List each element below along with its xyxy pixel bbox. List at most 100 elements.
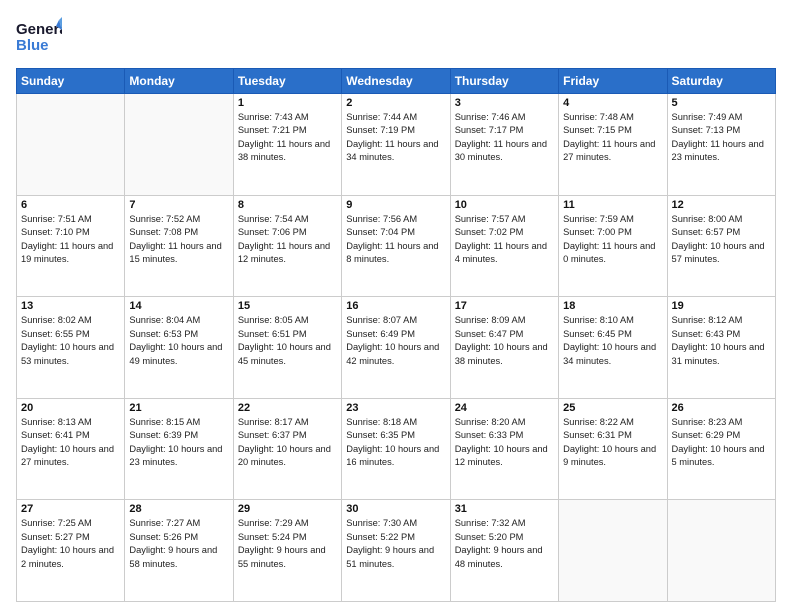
day-number: 15	[238, 300, 337, 312]
day-number: 17	[455, 300, 554, 312]
day-number: 12	[672, 199, 771, 211]
calendar-day-cell: 11 Sunrise: 7:59 AMSunset: 7:00 PMDayligh…	[559, 195, 667, 297]
calendar-day-cell: 27 Sunrise: 7:25 AMSunset: 5:27 PMDayligh…	[17, 500, 125, 602]
calendar-header-row: SundayMondayTuesdayWednesdayThursdayFrid…	[17, 69, 776, 94]
day-number: 10	[455, 199, 554, 211]
day-info: Sunrise: 7:29 AMSunset: 5:24 PMDaylight:…	[238, 517, 337, 571]
day-info: Sunrise: 7:32 AMSunset: 5:20 PMDaylight:…	[455, 517, 554, 571]
calendar-day-cell: 30 Sunrise: 7:30 AMSunset: 5:22 PMDayligh…	[342, 500, 450, 602]
day-info: Sunrise: 7:51 AMSunset: 7:10 PMDaylight:…	[21, 213, 120, 267]
day-number: 22	[238, 402, 337, 414]
day-number: 26	[672, 402, 771, 414]
day-number: 25	[563, 402, 662, 414]
calendar-day-cell: 7 Sunrise: 7:52 AMSunset: 7:08 PMDaylight…	[125, 195, 233, 297]
calendar-day-cell: 1 Sunrise: 7:43 AMSunset: 7:21 PMDaylight…	[233, 94, 341, 196]
calendar-day-cell: 15 Sunrise: 8:05 AMSunset: 6:51 PMDayligh…	[233, 297, 341, 399]
calendar-week-3: 13 Sunrise: 8:02 AMSunset: 6:55 PMDayligh…	[17, 297, 776, 399]
day-number: 11	[563, 199, 662, 211]
day-info: Sunrise: 7:59 AMSunset: 7:00 PMDaylight:…	[563, 213, 662, 267]
weekday-header-sunday: Sunday	[17, 69, 125, 94]
day-info: Sunrise: 8:17 AMSunset: 6:37 PMDaylight:…	[238, 416, 337, 470]
day-number: 23	[346, 402, 445, 414]
calendar-day-cell: 26 Sunrise: 8:23 AMSunset: 6:29 PMDayligh…	[667, 398, 775, 500]
calendar-day-cell: 9Sunrise: 7:56 AMSunset: 7:04 PMDaylight…	[342, 195, 450, 297]
weekday-header-wednesday: Wednesday	[342, 69, 450, 94]
day-info: Sunrise: 8:18 AMSunset: 6:35 PMDaylight:…	[346, 416, 445, 470]
day-info: Sunrise: 7:30 AMSunset: 5:22 PMDaylight:…	[346, 517, 445, 571]
day-number: 6	[21, 199, 120, 211]
day-number: 1	[238, 97, 337, 109]
day-number: 18	[563, 300, 662, 312]
calendar-day-cell: 3 Sunrise: 7:46 AMSunset: 7:17 PMDaylight…	[450, 94, 558, 196]
day-number: 4	[563, 97, 662, 109]
day-number: 21	[129, 402, 228, 414]
day-info: Sunrise: 7:56 AMSunset: 7:04 PMDaylight:…	[346, 213, 445, 267]
day-number: 24	[455, 402, 554, 414]
day-number: 3	[455, 97, 554, 109]
day-number: 5	[672, 97, 771, 109]
weekday-header-tuesday: Tuesday	[233, 69, 341, 94]
calendar-day-cell: 6 Sunrise: 7:51 AMSunset: 7:10 PMDaylight…	[17, 195, 125, 297]
day-number: 2	[346, 97, 445, 109]
day-number: 28	[129, 503, 228, 515]
day-info: Sunrise: 7:49 AMSunset: 7:13 PMDaylight:…	[672, 111, 771, 165]
svg-text:Blue: Blue	[16, 37, 49, 54]
day-info: Sunrise: 8:02 AMSunset: 6:55 PMDaylight:…	[21, 314, 120, 368]
svg-text:General: General	[16, 21, 62, 38]
day-number: 29	[238, 503, 337, 515]
calendar-day-cell	[559, 500, 667, 602]
header: General Blue	[16, 16, 776, 58]
day-info: Sunrise: 8:09 AMSunset: 6:47 PMDaylight:…	[455, 314, 554, 368]
calendar-day-cell: 19 Sunrise: 8:12 AMSunset: 6:43 PMDayligh…	[667, 297, 775, 399]
calendar-week-2: 6 Sunrise: 7:51 AMSunset: 7:10 PMDaylight…	[17, 195, 776, 297]
calendar-day-cell: 2 Sunrise: 7:44 AMSunset: 7:19 PMDaylight…	[342, 94, 450, 196]
day-info: Sunrise: 8:04 AMSunset: 6:53 PMDaylight:…	[129, 314, 228, 368]
day-number: 14	[129, 300, 228, 312]
day-number: 31	[455, 503, 554, 515]
calendar-day-cell	[667, 500, 775, 602]
day-number: 7	[129, 199, 228, 211]
day-number: 13	[21, 300, 120, 312]
weekday-header-friday: Friday	[559, 69, 667, 94]
day-number: 27	[21, 503, 120, 515]
calendar-day-cell: 28 Sunrise: 7:27 AMSunset: 5:26 PMDayligh…	[125, 500, 233, 602]
logo-svg: General Blue	[16, 16, 62, 58]
day-info: Sunrise: 8:05 AMSunset: 6:51 PMDaylight:…	[238, 314, 337, 368]
day-info: Sunrise: 8:23 AMSunset: 6:29 PMDaylight:…	[672, 416, 771, 470]
calendar-day-cell: 29 Sunrise: 7:29 AMSunset: 5:24 PMDayligh…	[233, 500, 341, 602]
calendar-day-cell: 14 Sunrise: 8:04 AMSunset: 6:53 PMDayligh…	[125, 297, 233, 399]
weekday-header-monday: Monday	[125, 69, 233, 94]
calendar-day-cell	[17, 94, 125, 196]
calendar-day-cell: 4Sunrise: 7:48 AMSunset: 7:15 PMDaylight…	[559, 94, 667, 196]
day-info: Sunrise: 7:25 AMSunset: 5:27 PMDaylight:…	[21, 517, 120, 571]
day-info: Sunrise: 7:57 AMSunset: 7:02 PMDaylight:…	[455, 213, 554, 267]
day-number: 19	[672, 300, 771, 312]
page: General Blue SundayMondayTuesdayWednesda…	[0, 0, 792, 612]
calendar-day-cell: 10 Sunrise: 7:57 AMSunset: 7:02 PMDayligh…	[450, 195, 558, 297]
calendar-day-cell: 17 Sunrise: 8:09 AMSunset: 6:47 PMDayligh…	[450, 297, 558, 399]
day-info: Sunrise: 8:13 AMSunset: 6:41 PMDaylight:…	[21, 416, 120, 470]
day-info: Sunrise: 8:22 AMSunset: 6:31 PMDaylight:…	[563, 416, 662, 470]
day-info: Sunrise: 8:20 AMSunset: 6:33 PMDaylight:…	[455, 416, 554, 470]
day-info: Sunrise: 7:54 AMSunset: 7:06 PMDaylight:…	[238, 213, 337, 267]
calendar-day-cell: 8Sunrise: 7:54 AMSunset: 7:06 PMDaylight…	[233, 195, 341, 297]
day-number: 20	[21, 402, 120, 414]
day-info: Sunrise: 7:44 AMSunset: 7:19 PMDaylight:…	[346, 111, 445, 165]
calendar-day-cell: 5 Sunrise: 7:49 AMSunset: 7:13 PMDaylight…	[667, 94, 775, 196]
day-info: Sunrise: 8:07 AMSunset: 6:49 PMDaylight:…	[346, 314, 445, 368]
day-info: Sunrise: 8:12 AMSunset: 6:43 PMDaylight:…	[672, 314, 771, 368]
day-info: Sunrise: 7:27 AMSunset: 5:26 PMDaylight:…	[129, 517, 228, 571]
day-number: 30	[346, 503, 445, 515]
day-info: Sunrise: 7:52 AMSunset: 7:08 PMDaylight:…	[129, 213, 228, 267]
calendar-day-cell: 25 Sunrise: 8:22 AMSunset: 6:31 PMDayligh…	[559, 398, 667, 500]
calendar-week-5: 27 Sunrise: 7:25 AMSunset: 5:27 PMDayligh…	[17, 500, 776, 602]
day-info: Sunrise: 7:46 AMSunset: 7:17 PMDaylight:…	[455, 111, 554, 165]
calendar-day-cell: 13 Sunrise: 8:02 AMSunset: 6:55 PMDayligh…	[17, 297, 125, 399]
calendar-day-cell: 24 Sunrise: 8:20 AMSunset: 6:33 PMDayligh…	[450, 398, 558, 500]
logo: General Blue	[16, 16, 62, 58]
weekday-header-saturday: Saturday	[667, 69, 775, 94]
calendar-day-cell: 18Sunrise: 8:10 AMSunset: 6:45 PMDayligh…	[559, 297, 667, 399]
day-info: Sunrise: 7:43 AMSunset: 7:21 PMDaylight:…	[238, 111, 337, 165]
calendar-week-4: 20 Sunrise: 8:13 AMSunset: 6:41 PMDayligh…	[17, 398, 776, 500]
calendar-day-cell: 21Sunrise: 8:15 AMSunset: 6:39 PMDayligh…	[125, 398, 233, 500]
